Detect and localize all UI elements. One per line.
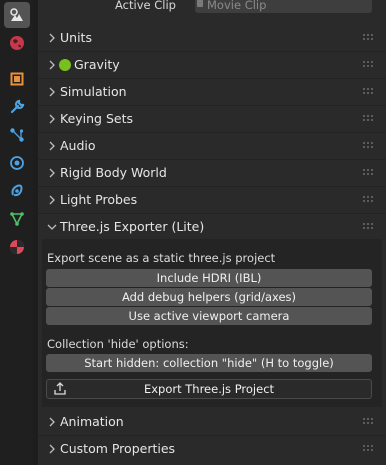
include-hdri-toggle[interactable]: Include HDRI (IBL) bbox=[46, 269, 372, 287]
tab-particles[interactable] bbox=[4, 122, 30, 148]
physics-icon bbox=[10, 156, 24, 170]
material-icon bbox=[10, 240, 24, 254]
chevron-right-icon bbox=[49, 87, 55, 97]
drag-handle-icon[interactable] bbox=[363, 169, 373, 177]
panel-threejs-exporter[interactable]: Three.js Exporter (Lite) bbox=[38, 215, 386, 239]
panel-animation[interactable]: Animation bbox=[38, 410, 386, 434]
gravity-enabled-checkbox[interactable] bbox=[59, 59, 71, 71]
panel-title-gravity: Gravity bbox=[74, 57, 120, 72]
divider bbox=[38, 51, 386, 52]
drag-handle-icon[interactable] bbox=[363, 34, 373, 42]
properties-content: Active Clip Movie Clip Units Gravity Sim… bbox=[38, 0, 386, 465]
particles-icon bbox=[10, 128, 24, 142]
divider bbox=[38, 435, 386, 436]
collection-options-label: Collection 'hide' options: bbox=[47, 337, 189, 351]
panel-title-simulation: Simulation bbox=[60, 84, 127, 99]
tab-material[interactable] bbox=[4, 234, 30, 260]
panel-rigid-body-world[interactable]: Rigid Body World bbox=[38, 161, 386, 185]
export-threejs-button[interactable]: Export Three.js Project bbox=[46, 379, 372, 399]
tab-modifiers[interactable] bbox=[4, 94, 30, 120]
active-clip-label: Active Clip bbox=[115, 0, 176, 12]
panel-title-custom-properties: Custom Properties bbox=[60, 441, 176, 456]
divider bbox=[38, 159, 386, 160]
modifier-wrench-icon bbox=[10, 99, 25, 114]
panel-audio[interactable]: Audio bbox=[38, 134, 386, 158]
constraints-icon bbox=[11, 184, 23, 197]
export-section-label: Export scene as a static three.js projec… bbox=[47, 251, 276, 265]
active-clip-placeholder: Movie Clip bbox=[207, 0, 267, 12]
drag-handle-icon[interactable] bbox=[363, 223, 373, 231]
scene-props-icon bbox=[10, 8, 23, 21]
panel-units[interactable]: Units bbox=[38, 26, 386, 50]
divider bbox=[38, 78, 386, 79]
chevron-right-icon bbox=[49, 60, 55, 70]
chevron-right-icon bbox=[49, 195, 55, 205]
panel-custom-properties[interactable]: Custom Properties bbox=[38, 437, 386, 461]
panel-title-threejs-exporter: Three.js Exporter (Lite) bbox=[60, 219, 205, 234]
object-data-icon bbox=[10, 212, 24, 226]
tab-physics[interactable] bbox=[4, 150, 30, 176]
panel-title-audio: Audio bbox=[60, 138, 96, 153]
chevron-right-icon bbox=[49, 33, 55, 43]
active-clip-row: Active Clip Movie Clip bbox=[38, 0, 386, 15]
active-camera-toggle[interactable]: Use active viewport camera bbox=[46, 307, 372, 325]
export-button-label: Export Three.js Project bbox=[143, 382, 275, 396]
panel-light-probes[interactable]: Light Probes bbox=[38, 188, 386, 212]
panel-title-animation: Animation bbox=[60, 414, 124, 429]
panel-simulation[interactable]: Simulation bbox=[38, 80, 386, 104]
tab-constraints[interactable] bbox=[4, 178, 30, 204]
chevron-right-icon bbox=[49, 417, 55, 427]
tab-object[interactable] bbox=[4, 66, 30, 92]
tab-world[interactable] bbox=[4, 30, 30, 56]
tab-object-data[interactable] bbox=[4, 206, 30, 232]
active-clip-field[interactable]: Movie Clip bbox=[195, 0, 372, 13]
panel-keying-sets[interactable]: Keying Sets bbox=[38, 107, 386, 131]
drag-handle-icon[interactable] bbox=[363, 115, 373, 123]
object-icon bbox=[10, 72, 24, 86]
movie-clip-icon bbox=[197, 0, 203, 7]
drag-handle-icon[interactable] bbox=[363, 142, 373, 150]
panel-title-units: Units bbox=[60, 30, 92, 45]
divider bbox=[38, 186, 386, 187]
divider bbox=[38, 105, 386, 106]
world-icon bbox=[10, 36, 24, 50]
panel-title-rigid-body-world: Rigid Body World bbox=[60, 165, 167, 180]
tab-scene[interactable] bbox=[4, 2, 30, 28]
panel-gravity[interactable]: Gravity bbox=[38, 53, 386, 77]
divider bbox=[38, 213, 386, 214]
drag-handle-icon[interactable] bbox=[363, 88, 373, 96]
debug-helpers-toggle[interactable]: Add debug helpers (grid/axes) bbox=[46, 288, 372, 306]
threejs-exporter-body: Export scene as a static three.js projec… bbox=[42, 239, 382, 407]
export-icon bbox=[54, 382, 66, 395]
drag-handle-icon[interactable] bbox=[363, 196, 373, 204]
chevron-right-icon bbox=[49, 141, 55, 151]
chevron-right-icon bbox=[49, 444, 55, 454]
chevron-down-icon bbox=[47, 224, 57, 230]
drag-handle-icon[interactable] bbox=[363, 418, 373, 426]
start-hidden-toggle[interactable]: Start hidden: collection "hide" (H to to… bbox=[46, 354, 372, 372]
divider bbox=[38, 132, 386, 133]
properties-tab-bar bbox=[0, 0, 33, 465]
chevron-right-icon bbox=[49, 114, 55, 124]
chevron-right-icon bbox=[49, 168, 55, 178]
drag-handle-icon[interactable] bbox=[363, 445, 373, 453]
panel-title-keying-sets: Keying Sets bbox=[60, 111, 134, 126]
panel-title-light-probes: Light Probes bbox=[60, 192, 138, 207]
drag-handle-icon[interactable] bbox=[363, 61, 373, 69]
